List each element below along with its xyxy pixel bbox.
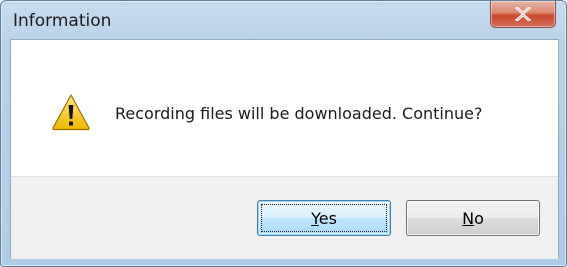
button-bar: Yes No xyxy=(11,176,558,259)
message-area: Recording files will be downloaded. Cont… xyxy=(11,40,558,176)
no-mnemonic: N xyxy=(462,208,475,228)
no-button-label: No xyxy=(462,209,484,228)
yes-mnemonic: Y xyxy=(311,208,319,228)
dialog-client-area: Recording files will be downloaded. Cont… xyxy=(10,39,559,259)
close-button[interactable] xyxy=(490,1,556,28)
window-title: Information xyxy=(13,11,112,31)
warning-icon xyxy=(52,94,90,131)
title-bar[interactable]: Information xyxy=(1,1,566,41)
no-button[interactable]: No xyxy=(406,200,540,236)
yes-button-label: Yes xyxy=(311,209,337,228)
no-label-rest: o xyxy=(474,208,484,228)
close-x-icon xyxy=(515,7,531,21)
dialog-window: Information Recording files will be down… xyxy=(0,0,567,267)
dialog-message: Recording files will be downloaded. Cont… xyxy=(115,104,483,123)
yes-label-rest: es xyxy=(318,208,337,228)
yes-button[interactable]: Yes xyxy=(257,200,391,236)
